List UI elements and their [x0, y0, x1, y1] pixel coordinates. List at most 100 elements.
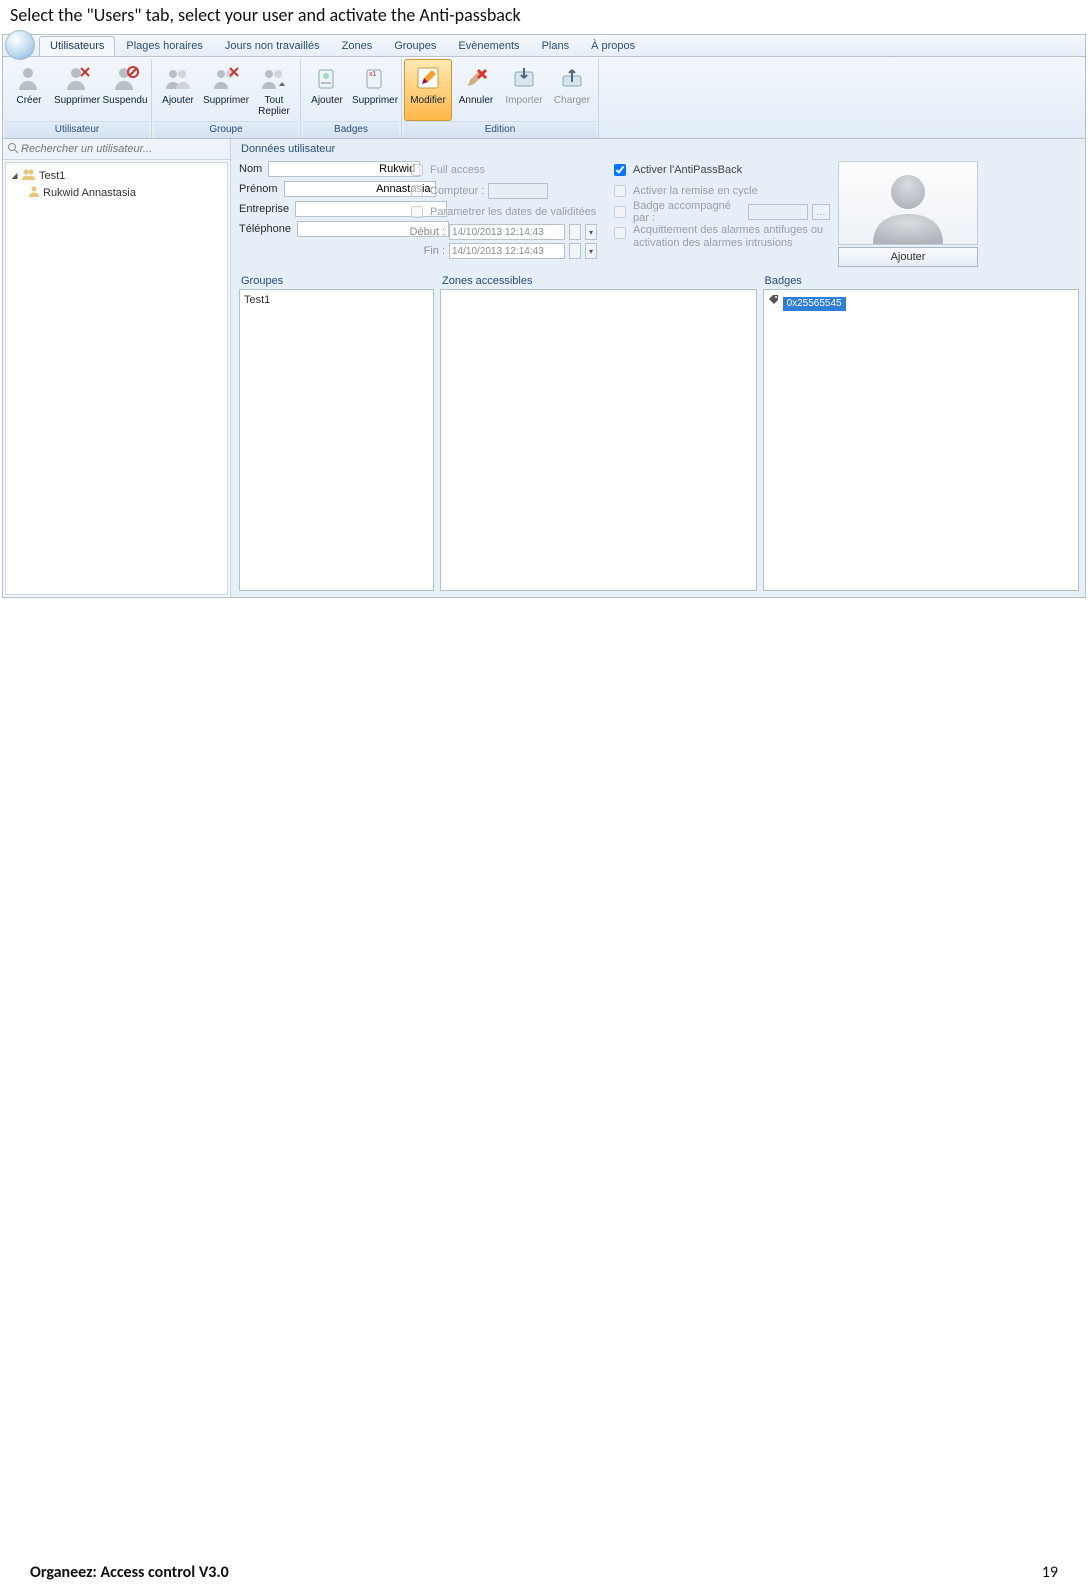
supprimer-user-button[interactable]: Supprimer [53, 59, 101, 121]
main-content: ◢ Test1 Rukwid Annastasia Données utilis… [3, 139, 1085, 597]
tree-child-node[interactable]: Rukwid Annastasia [8, 184, 225, 201]
badge-accomp-input [748, 204, 808, 220]
tab-plans[interactable]: Plans [531, 36, 581, 56]
badges-label: Badges [763, 275, 1080, 289]
tab-zones[interactable]: Zones [331, 36, 384, 56]
ajouter-group-label: Ajouter [162, 95, 194, 106]
supprimer-group-button[interactable]: Supprimer [202, 59, 250, 121]
debut-dropdown-icon[interactable]: ▾ [585, 224, 597, 240]
importer-button[interactable]: Importer [500, 59, 548, 121]
tab-jours-non-travailles[interactable]: Jours non travaillés [214, 36, 331, 56]
photo-block: Ajouter [838, 161, 978, 267]
charger-label: Charger [554, 95, 590, 106]
importer-label: Importer [505, 95, 542, 106]
tree-collapse-icon[interactable]: ◢ [10, 171, 19, 180]
user-suspend-icon [110, 63, 140, 93]
antipassback-checkbox[interactable] [614, 164, 626, 176]
debut-label: Début : [407, 226, 445, 238]
user-remove-icon [62, 63, 92, 93]
user-form: Nom Prénom Entreprise Téléphone [239, 161, 1079, 267]
tab-a-propos[interactable]: À propos [580, 36, 646, 56]
supprimer-badge-button[interactable]: x1 Supprimer [351, 59, 399, 121]
avatar-placeholder [838, 161, 978, 245]
ribbon-group-group-label: Groupe [154, 121, 298, 138]
tout-replier-button[interactable]: Tout Replier [250, 59, 298, 121]
param-dates-checkbox [411, 206, 423, 218]
ribbon-group-badges-label: Badges [303, 121, 399, 138]
groupes-item[interactable]: Test1 [244, 294, 429, 306]
ribbon-toolbar: Créer Supprimer Suspendu Utilisateur [3, 57, 1085, 139]
instruction-text: Select the "Users" tab, select your user… [0, 0, 1088, 34]
fin-label: Fin : [407, 245, 445, 257]
nom-label: Nom [239, 163, 262, 175]
user-tree[interactable]: ◢ Test1 Rukwid Annastasia [5, 162, 228, 595]
compteur-input [488, 183, 548, 199]
compteur-label: Compteur : [430, 185, 484, 197]
prenom-label: Prénom [239, 183, 278, 195]
app-logo-icon[interactable] [5, 30, 35, 60]
suspendu-user-button[interactable]: Suspendu [101, 59, 149, 121]
pencil-icon [413, 63, 443, 93]
entreprise-label: Entreprise [239, 203, 289, 215]
zones-label: Zones accessibles [440, 275, 757, 289]
user-data-title: Données utilisateur [239, 143, 1079, 157]
import-icon [509, 63, 539, 93]
app-window: Utilisateurs Plages horaires Jours non t… [2, 34, 1086, 598]
groupes-list[interactable]: Test1 [239, 289, 434, 591]
tab-plages-horaires[interactable]: Plages horaires [115, 36, 213, 56]
ribbon-group-edition: Modifier Annuler Importer [402, 59, 599, 138]
telephone-label: Téléphone [239, 223, 291, 235]
upload-icon [557, 63, 587, 93]
charger-button[interactable]: Charger [548, 59, 596, 121]
fin-dropdown-icon[interactable]: ▾ [585, 243, 597, 259]
tree-root-node[interactable]: ◢ Test1 [8, 167, 225, 184]
ribbon-tabs: Utilisateurs Plages horaires Jours non t… [3, 35, 1085, 57]
tab-groupes[interactable]: Groupes [383, 36, 447, 56]
search-input[interactable] [19, 141, 226, 157]
debut-spinner[interactable] [569, 224, 581, 240]
ajouter-group-button[interactable]: Ajouter [154, 59, 202, 121]
full-access-label: Full access [430, 164, 485, 176]
badge-add-icon [312, 63, 342, 93]
badges-list[interactable]: 0x25565545 [763, 289, 1080, 591]
badge-accomp-checkbox [614, 206, 626, 218]
ajouter-badge-button[interactable]: Ajouter [303, 59, 351, 121]
debut-input[interactable]: 14/10/2013 12:14:43 [449, 224, 565, 240]
nom-input[interactable] [268, 161, 420, 177]
annuler-label: Annuler [459, 95, 493, 106]
acquittement-label: Acquittement des alarmes antifuges ou ac… [633, 224, 830, 250]
modifier-button[interactable]: Modifier [404, 59, 452, 121]
user-icon [28, 185, 40, 200]
ajouter-photo-button[interactable]: Ajouter [838, 247, 978, 267]
zones-list[interactable] [440, 289, 757, 591]
modifier-label: Modifier [410, 95, 446, 106]
group-remove-icon [211, 63, 241, 93]
fin-input[interactable]: 14/10/2013 12:14:43 [449, 243, 565, 259]
badge-remove-icon: x1 [360, 63, 390, 93]
page-footer: Organeez: Access control V3.0 19 [0, 1563, 1088, 1582]
tab-evenements[interactable]: Evènements [447, 36, 530, 56]
compteur-checkbox [411, 185, 423, 197]
fin-spinner[interactable] [569, 243, 581, 259]
supprimer-user-label: Supprimer [54, 95, 100, 106]
badge-item[interactable]: 0x25565545 [783, 297, 846, 311]
creer-user-button[interactable]: Créer [5, 59, 53, 121]
full-access-checkbox [411, 164, 423, 176]
cancel-pencil-icon [461, 63, 491, 93]
tout-replier-label: Tout Replier [258, 95, 290, 117]
tab-utilisateurs[interactable]: Utilisateurs [39, 36, 115, 56]
groupes-label: Groupes [239, 275, 434, 289]
footer-title: Organeez: Access control V3.0 [30, 1563, 229, 1582]
annuler-button[interactable]: Annuler [452, 59, 500, 121]
ribbon-group-group: Ajouter Supprimer Tout Replier Groupe [152, 59, 301, 138]
tree-child-label: Rukwid Annastasia [43, 187, 136, 199]
supprimer-group-label: Supprimer [203, 95, 249, 106]
acquittement-checkbox [614, 227, 626, 239]
lists-row: Groupes Test1 Zones accessibles Badges [239, 275, 1079, 591]
ribbon-group-edition-label: Edition [404, 121, 596, 138]
search-row [3, 139, 230, 160]
ribbon-group-user: Créer Supprimer Suspendu Utilisateur [3, 59, 152, 138]
badge-accomp-label: Badge accompagné par : [633, 200, 744, 224]
group-icon [22, 168, 36, 183]
badge-accomp-browse-button: … [812, 204, 830, 220]
